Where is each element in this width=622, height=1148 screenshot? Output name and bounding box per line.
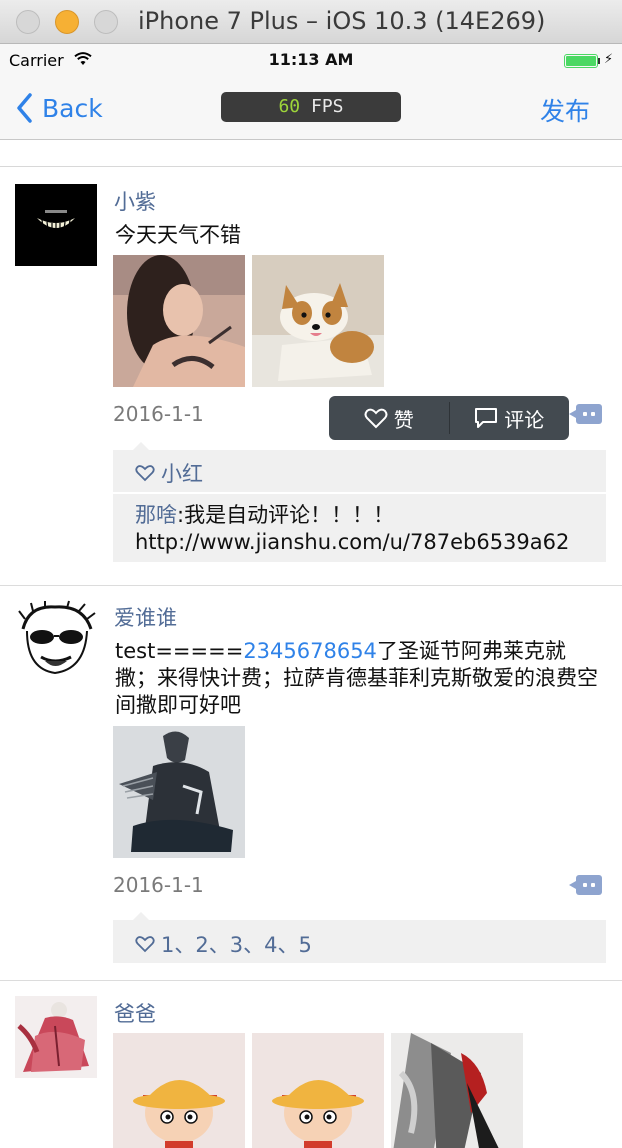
username[interactable]: 爸爸 <box>114 998 156 1028</box>
photo-ink-art[interactable] <box>391 1033 523 1148</box>
painted-figure-avatar-image <box>15 996 97 1078</box>
photo-luffy-2[interactable] <box>252 1033 384 1148</box>
avatar[interactable] <box>15 996 97 1078</box>
photo-luffy-1[interactable] <box>113 1033 245 1148</box>
post-3: 爸爸 <box>0 0 622 1148</box>
